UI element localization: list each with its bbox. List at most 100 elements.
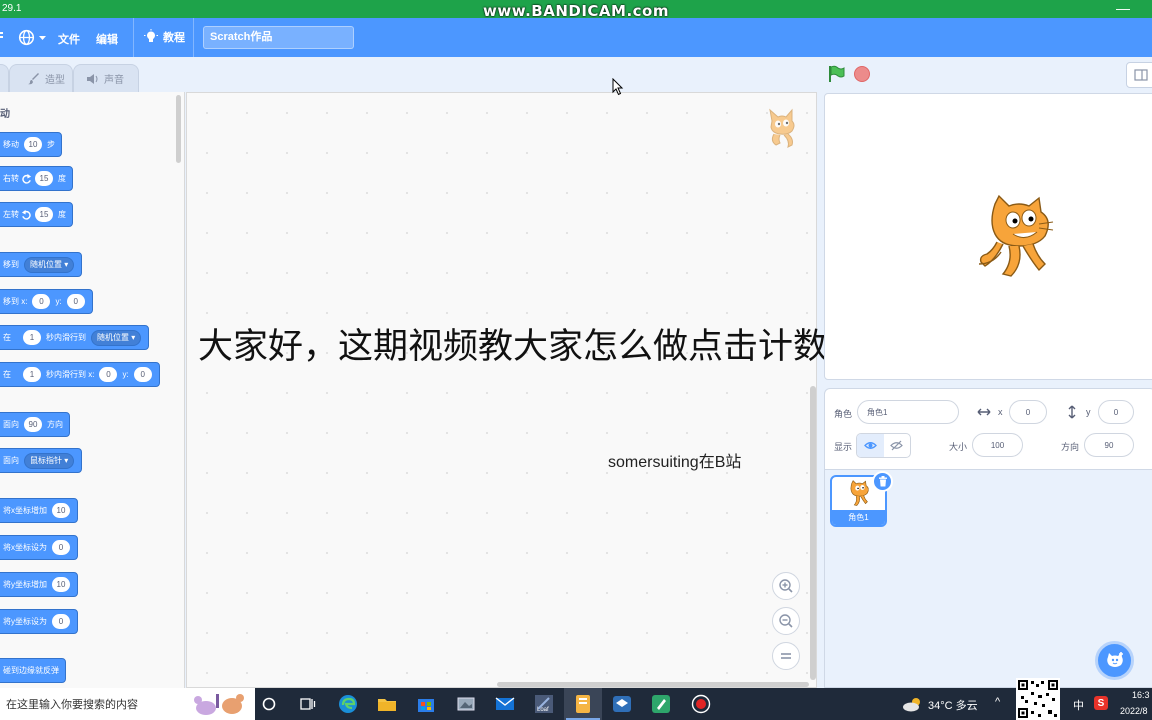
qr-code-overlay bbox=[1016, 678, 1060, 720]
cat-sprite-icon[interactable] bbox=[973, 194, 1063, 284]
menu-settings-partial[interactable] bbox=[0, 30, 4, 42]
block-label: 左转 bbox=[3, 210, 19, 219]
block-set-x[interactable]: 将x坐标设为 0 bbox=[0, 535, 78, 560]
block-glide[interactable]: 在 1 秒内滑行到 随机位置 ▾ bbox=[0, 325, 150, 350]
delete-sprite-button[interactable] bbox=[872, 471, 893, 492]
green-flag-button[interactable] bbox=[827, 65, 845, 88]
search-mascot-icon bbox=[194, 694, 244, 715]
bandicam-button[interactable] bbox=[690, 693, 712, 715]
tab-code-partial[interactable] bbox=[0, 64, 9, 92]
block-point-towards[interactable]: 面向 鼠标指针 ▾ bbox=[0, 448, 83, 473]
block-input[interactable]: 0 bbox=[52, 540, 70, 555]
script-area[interactable] bbox=[186, 92, 817, 688]
language-button[interactable] bbox=[18, 29, 47, 46]
block-turn-right[interactable]: 右转 15 度 bbox=[0, 166, 73, 191]
block-goto-xy[interactable]: 移到 x: 0 y: 0 bbox=[0, 289, 93, 314]
block-input[interactable]: 0 bbox=[32, 294, 51, 309]
file-explorer-button[interactable] bbox=[376, 693, 398, 715]
y-label: y bbox=[1086, 407, 1091, 417]
trash-icon bbox=[878, 476, 887, 487]
tray-expand-icon[interactable]: ^ bbox=[995, 696, 1000, 708]
notes-app-button[interactable] bbox=[572, 693, 594, 715]
block-bounce[interactable]: 碰到边缘就反弹 bbox=[0, 658, 66, 683]
zoom-reset-button[interactable] bbox=[772, 642, 800, 670]
tab-sounds[interactable]: 声音 bbox=[73, 64, 139, 92]
block-input[interactable]: 0 bbox=[133, 367, 152, 382]
rotate-right-icon bbox=[22, 173, 32, 184]
stage-layout-button[interactable] bbox=[1126, 62, 1152, 88]
editor-tabs: 造型 声音 bbox=[0, 64, 139, 92]
loaf-app-icon: Loaf bbox=[535, 695, 553, 713]
task-view-button[interactable] bbox=[297, 693, 319, 715]
block-turn-left[interactable]: 左转 15 度 bbox=[0, 202, 73, 227]
block-input[interactable]: 0 bbox=[99, 367, 118, 382]
store-button[interactable] bbox=[415, 693, 437, 715]
zoom-out-button[interactable] bbox=[772, 607, 800, 635]
script-vertical-scrollbar[interactable] bbox=[810, 386, 816, 680]
block-dropdown[interactable]: 鼠标指针 ▾ bbox=[24, 452, 75, 469]
zoom-in-button[interactable] bbox=[772, 572, 800, 600]
clock-time[interactable]: 16:3 bbox=[1132, 690, 1150, 700]
svg-text:Loaf: Loaf bbox=[537, 707, 549, 713]
block-change-x[interactable]: 将x坐标增加 10 bbox=[0, 498, 78, 523]
menu-tutorials[interactable]: 教程 bbox=[143, 29, 185, 45]
block-input[interactable]: 1 bbox=[23, 330, 41, 345]
block-set-y[interactable]: 将y坐标设为 0 bbox=[0, 609, 78, 634]
block-input[interactable]: 15 bbox=[35, 171, 53, 186]
block-change-y[interactable]: 将y坐标增加 10 bbox=[0, 572, 78, 597]
menu-file[interactable]: 文件 bbox=[58, 31, 80, 47]
block-goto[interactable]: 移到 随机位置 ▾ bbox=[0, 252, 83, 277]
small-stage-icon bbox=[1134, 69, 1148, 81]
clock-date[interactable]: 2022/8 bbox=[1120, 706, 1148, 716]
block-move[interactable]: 移动 10 步 bbox=[0, 132, 62, 157]
paintbrush-icon bbox=[28, 72, 39, 84]
hide-button[interactable] bbox=[884, 434, 911, 457]
loaf-button[interactable]: Loaf bbox=[533, 693, 555, 715]
edge-button[interactable] bbox=[337, 693, 359, 715]
block-label: 将x坐标设为 bbox=[3, 543, 47, 552]
block-input[interactable]: 0 bbox=[52, 614, 70, 629]
block-input[interactable]: 10 bbox=[52, 503, 70, 518]
sprite-name-input[interactable]: 角色1 bbox=[857, 400, 959, 424]
block-glide-xy[interactable]: 在 1 秒内滑行到 x: 0 y: 0 bbox=[0, 362, 160, 387]
script-horizontal-scrollbar[interactable] bbox=[497, 682, 809, 687]
tab-costumes[interactable]: 造型 bbox=[9, 64, 73, 92]
add-sprite-button[interactable] bbox=[1095, 641, 1134, 680]
block-input[interactable]: 90 bbox=[24, 417, 42, 432]
mail-button[interactable] bbox=[494, 693, 516, 715]
block-dropdown[interactable]: 随机位置 ▾ bbox=[91, 329, 142, 346]
circle-icon bbox=[262, 697, 276, 711]
cortana-button[interactable] bbox=[258, 693, 280, 715]
app-button-2[interactable] bbox=[611, 693, 633, 715]
stop-button[interactable] bbox=[854, 66, 870, 82]
block-label: 将y坐标增加 bbox=[3, 580, 47, 589]
block-input[interactable]: 0 bbox=[66, 294, 85, 309]
record-icon bbox=[691, 694, 711, 714]
y-position-input[interactable]: 0 bbox=[1098, 400, 1134, 424]
block-input[interactable]: 10 bbox=[24, 137, 42, 152]
direction-input[interactable]: 90 bbox=[1084, 433, 1134, 457]
sogou-ime-icon[interactable]: S bbox=[1094, 696, 1108, 710]
ime-indicator[interactable]: 中 bbox=[1073, 697, 1084, 713]
app-button-1[interactable] bbox=[455, 693, 477, 715]
stage-canvas[interactable] bbox=[824, 93, 1152, 380]
app-button-3[interactable] bbox=[650, 693, 672, 715]
block-input[interactable]: 1 bbox=[23, 367, 41, 382]
zoom-out-icon bbox=[779, 614, 793, 628]
block-point-direction[interactable]: 面向 90 方向 bbox=[0, 412, 70, 437]
block-label: 方向 bbox=[47, 420, 63, 429]
tab-costumes-label: 造型 bbox=[45, 75, 65, 86]
size-input[interactable]: 100 bbox=[972, 433, 1023, 457]
weather-text[interactable]: 34°C 多云 bbox=[928, 697, 978, 713]
block-input[interactable]: 15 bbox=[35, 207, 53, 222]
project-title-input[interactable]: Scratch作品 bbox=[203, 26, 354, 49]
sprite-thumbnail-name: 角色1 bbox=[832, 510, 885, 525]
menu-edit[interactable]: 编辑 bbox=[96, 31, 118, 47]
block-dropdown[interactable]: 随机位置 ▾ bbox=[24, 256, 75, 273]
show-button[interactable] bbox=[857, 434, 884, 457]
palette-scrollbar[interactable] bbox=[176, 95, 181, 163]
block-input[interactable]: 10 bbox=[52, 577, 70, 592]
minimize-icon[interactable]: — bbox=[1116, 0, 1130, 16]
x-position-input[interactable]: 0 bbox=[1009, 400, 1047, 424]
rotate-left-icon bbox=[21, 209, 31, 220]
